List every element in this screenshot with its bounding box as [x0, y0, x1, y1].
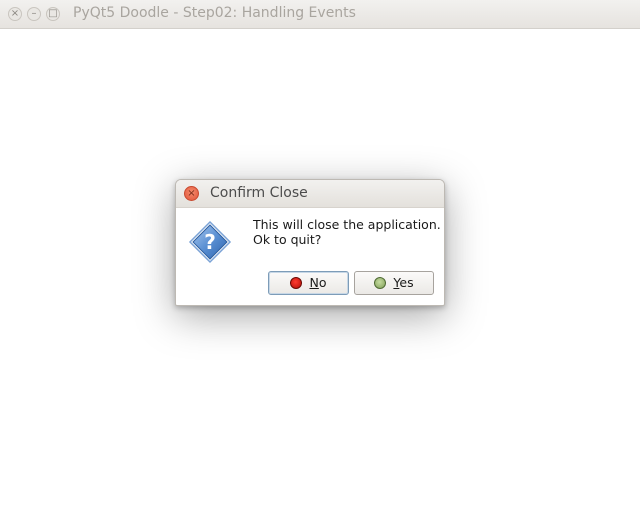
question-icon: ? — [188, 220, 232, 264]
yes-button-label: es — [399, 275, 414, 290]
no-button-label: o — [318, 275, 327, 290]
dialog-close-button[interactable]: × — [184, 186, 199, 201]
yes-button[interactable]: Yes — [354, 271, 434, 295]
dialog-message: This will close the application. Ok to q… — [253, 217, 441, 247]
dialog-message-line2: Ok to quit? — [253, 232, 322, 247]
red-circle-icon — [290, 277, 303, 289]
window-close-button[interactable]: × — [8, 7, 22, 21]
svg-text:?: ? — [204, 230, 216, 254]
dialog-titlebar[interactable]: × Confirm Close — [176, 180, 444, 208]
no-button-content: No — [269, 272, 348, 294]
dialog-message-line1: This will close the application. — [253, 217, 441, 232]
window-titlebar[interactable]: × – □ PyQt5 Doodle - Step02: Handling Ev… — [0, 0, 640, 29]
yes-button-content: Yes — [355, 272, 433, 294]
window-minimize-button[interactable]: – — [27, 7, 41, 21]
window-title: PyQt5 Doodle - Step02: Handling Events — [73, 5, 356, 21]
green-circle-icon — [374, 277, 387, 289]
confirm-close-dialog: × Confirm Close ? This will close the ap… — [175, 179, 445, 306]
no-button[interactable]: No — [268, 271, 349, 295]
main-window: × – □ PyQt5 Doodle - Step02: Handling Ev… — [0, 0, 640, 508]
no-button-mnemonic: N — [309, 275, 319, 290]
window-maximize-button[interactable]: □ — [46, 7, 60, 21]
dialog-title: Confirm Close — [210, 185, 308, 201]
